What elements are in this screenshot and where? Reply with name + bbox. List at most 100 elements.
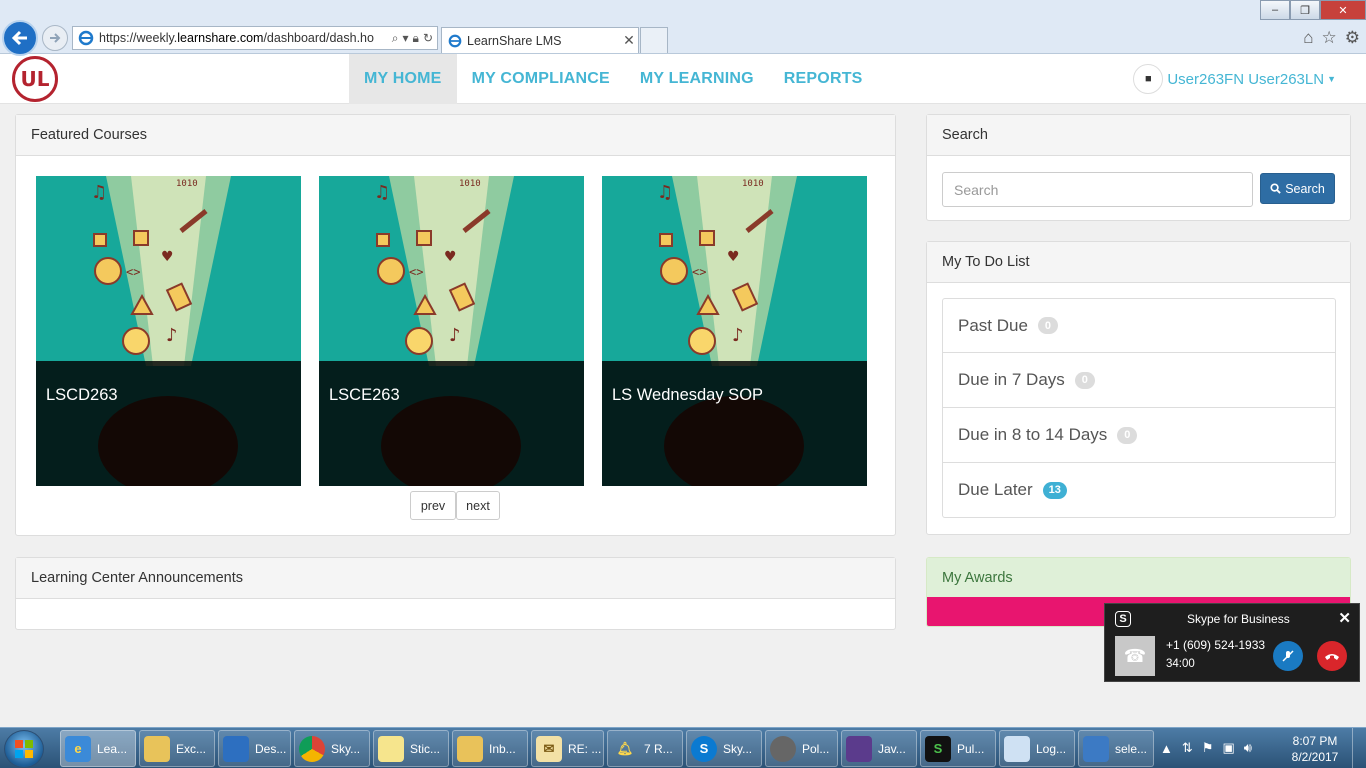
desktop-icon xyxy=(223,735,249,762)
svg-text:1010: 1010 xyxy=(176,179,198,189)
nav-my-learning[interactable]: MY LEARNING xyxy=(625,54,769,104)
taskbar-item-java-ee[interactable]: Jav... xyxy=(841,730,917,767)
svg-text:♥: ♥ xyxy=(727,249,740,265)
start-button[interactable] xyxy=(4,730,44,768)
count-badge: 0 xyxy=(1037,317,1058,334)
search-input[interactable] xyxy=(942,172,1253,207)
refresh-icon[interactable]: ↻ xyxy=(423,31,433,46)
todo-item-past-due[interactable]: Past Due 0 xyxy=(942,298,1336,353)
settings-gear-icon[interactable]: ⚙ xyxy=(1345,28,1360,48)
hang-up-icon xyxy=(1325,654,1339,660)
outlook-icon xyxy=(457,735,483,762)
course-title[interactable]: LSCE263 xyxy=(329,386,400,405)
mute-microphone-button[interactable] xyxy=(1273,641,1303,671)
show-desktop-button[interactable] xyxy=(1352,728,1366,768)
close-window-button[interactable]: ✕ xyxy=(1320,0,1366,20)
svg-text:1010: 1010 xyxy=(742,179,764,189)
announcements-panel: Learning Center Announcements xyxy=(15,557,896,630)
address-bar[interactable]: https://weekly.learnshare.com/dashboard/… xyxy=(72,26,438,50)
forward-button[interactable] xyxy=(42,25,68,51)
svg-text:♪: ♪ xyxy=(166,325,178,346)
taskbar-item-ie[interactable]: e Lea... xyxy=(60,730,136,767)
todo-panel: My To Do List Past Due 0 Due in 7 Days 0… xyxy=(926,241,1351,535)
taskbar-item-pulse[interactable]: S Pul... xyxy=(920,730,996,767)
course-card[interactable]: ♫ ♥ <> ♪ 1010 LS Wednesday SOP xyxy=(602,176,867,486)
svg-text:♪: ♪ xyxy=(449,325,461,346)
lock-icon[interactable]: 🔒︎ xyxy=(413,31,419,46)
taskbar-item-poll[interactable]: Pol... xyxy=(765,730,838,767)
remote-desktop-icon xyxy=(1083,735,1109,762)
browser-tab[interactable]: LearnShare LMS ✕ xyxy=(441,27,639,53)
close-icon[interactable]: ✕ xyxy=(1338,609,1351,627)
svg-text:♫: ♫ xyxy=(91,182,107,203)
taskbar-item-mail[interactable]: ✉ RE: ... xyxy=(531,730,604,767)
restore-button[interactable]: ❐ xyxy=(1290,0,1320,20)
caller-number: +1 (609) 524-1933 xyxy=(1166,638,1266,652)
caller-phone-icon: ☎ xyxy=(1115,636,1155,676)
taskbar-item-log[interactable]: Log... xyxy=(999,730,1075,767)
folder-icon xyxy=(144,735,170,762)
taskbar-item-desktop[interactable]: Des... xyxy=(218,730,291,767)
taskbar-item-remote-desktop[interactable]: sele... xyxy=(1078,730,1154,767)
favorites-star-icon[interactable]: ☆ xyxy=(1322,28,1337,48)
mail-icon: ✉ xyxy=(536,735,562,762)
notepad-icon xyxy=(1004,735,1030,762)
chrome-icon xyxy=(299,735,325,762)
system-clock[interactable]: 8:07 PM 8/2/2017 xyxy=(1289,733,1341,765)
network-icon[interactable]: ▣ xyxy=(1222,740,1234,756)
dropdown-arrow-icon[interactable]: ▾ xyxy=(403,31,409,46)
taskbar-item-sticky-notes[interactable]: Stic... xyxy=(373,730,449,767)
search-button[interactable]: Search xyxy=(1260,173,1335,204)
search-icon[interactable]: ⌕ xyxy=(392,31,399,46)
volume-icon[interactable]: 🔊︎ xyxy=(1244,740,1252,756)
svg-text:<>: <> xyxy=(692,265,706,279)
skype-title: Skype for Business xyxy=(1187,612,1290,626)
action-center-flag-icon[interactable]: ⚑ xyxy=(1202,740,1214,756)
nav-reports[interactable]: REPORTS xyxy=(769,54,878,104)
taskbar-item-reminders[interactable]: 🔔︎ 7 R... xyxy=(607,730,683,767)
clock-time: 8:07 PM xyxy=(1292,734,1338,748)
todo-item-due-8-14-days[interactable]: Due in 8 to 14 Days 0 xyxy=(942,408,1336,463)
ie-favicon-icon xyxy=(448,34,462,47)
course-title[interactable]: LSCD263 xyxy=(46,386,118,405)
skype-logo-icon: S xyxy=(1115,611,1131,627)
svg-text:1010: 1010 xyxy=(459,179,481,189)
user-menu[interactable]: ■ User263FN User263LN ▼ xyxy=(1133,64,1336,94)
awards-heading: My Awards xyxy=(927,558,1350,597)
ul-logo[interactable]: UL xyxy=(12,56,58,102)
featured-courses-heading: Featured Courses xyxy=(16,115,895,156)
taskbar-item-chrome[interactable]: Sky... xyxy=(294,730,370,767)
svg-text:<>: <> xyxy=(409,265,423,279)
home-icon[interactable]: ⌂ xyxy=(1303,28,1313,48)
close-tab-icon[interactable]: ✕ xyxy=(620,32,638,49)
todo-item-due-later[interactable]: Due Later 13 xyxy=(942,463,1336,518)
show-hidden-icons-icon[interactable]: ▲ xyxy=(1160,741,1173,756)
prev-button[interactable]: prev xyxy=(410,491,456,520)
hang-up-button[interactable] xyxy=(1317,641,1347,671)
todo-item-label: Due Later xyxy=(958,480,1033,499)
main-nav: MY HOME MY COMPLIANCE MY LEARNING REPORT… xyxy=(349,54,878,104)
svg-text:♥: ♥ xyxy=(161,249,174,265)
reminder-bell-icon: 🔔︎ xyxy=(616,740,634,756)
nav-my-home[interactable]: MY HOME xyxy=(349,54,457,104)
nav-my-compliance[interactable]: MY COMPLIANCE xyxy=(457,54,625,104)
svg-text:♥: ♥ xyxy=(444,249,457,265)
search-button-label: Search xyxy=(1285,181,1325,196)
next-button[interactable]: next xyxy=(456,491,500,520)
todo-item-due-7-days[interactable]: Due in 7 Days 0 xyxy=(942,353,1336,408)
network-sync-icon[interactable]: ⇅ xyxy=(1182,740,1193,756)
svg-text:♫: ♫ xyxy=(657,182,673,203)
count-badge: 0 xyxy=(1074,371,1095,389)
taskbar-item-explorer[interactable]: Exc... xyxy=(139,730,215,767)
course-title[interactable]: LS Wednesday SOP xyxy=(612,386,763,405)
back-button[interactable] xyxy=(2,20,38,56)
taskbar-item-outlook[interactable]: Inb... xyxy=(452,730,528,767)
taskbar-item-skype[interactable]: S Sky... xyxy=(686,730,762,767)
svg-text:<>: <> xyxy=(126,265,140,279)
course-card[interactable]: ♫ ♥ <> ♪ 1010 LSCE263 xyxy=(319,176,584,486)
count-badge: 13 xyxy=(1042,481,1067,499)
todo-heading: My To Do List xyxy=(927,242,1350,283)
course-card[interactable]: ♫ ♥ <> ♪ 1010 LSCD263 xyxy=(36,176,301,486)
minimize-button[interactable]: – xyxy=(1260,0,1290,20)
new-tab-button[interactable] xyxy=(640,27,668,53)
